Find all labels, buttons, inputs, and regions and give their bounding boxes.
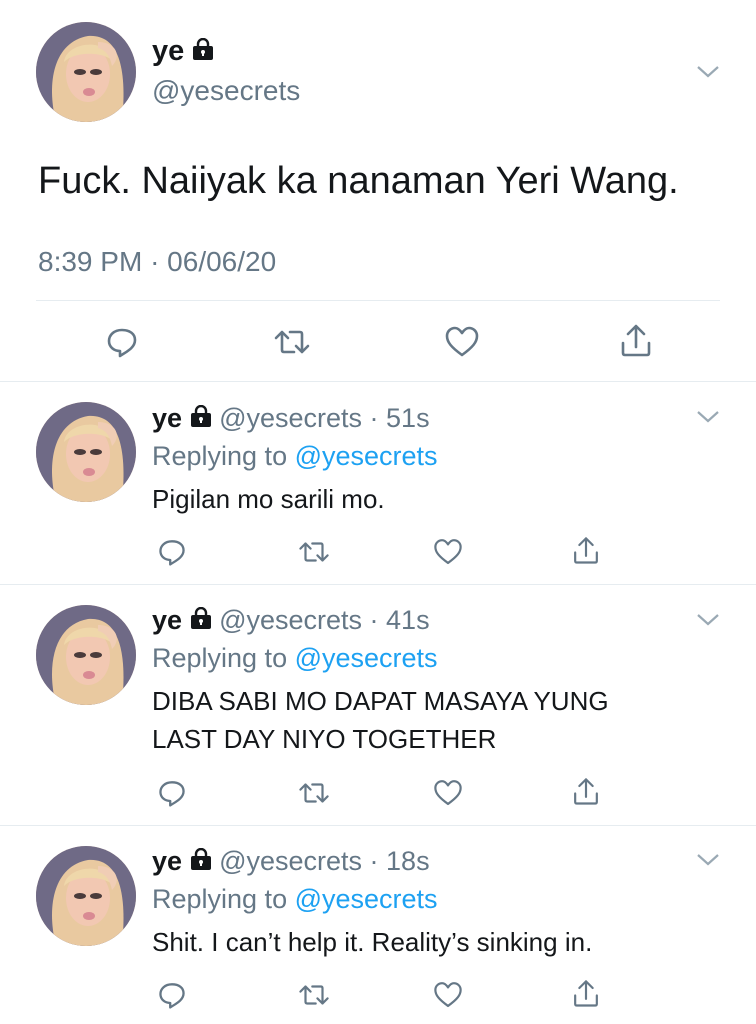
divider bbox=[0, 825, 756, 826]
retweet-button[interactable] bbox=[294, 532, 334, 572]
retweet-icon bbox=[299, 985, 329, 1005]
lock-icon bbox=[190, 400, 212, 436]
separator: · bbox=[150, 246, 160, 277]
replying-to-link[interactable]: @yesecrets bbox=[295, 643, 438, 673]
retweet-button[interactable] bbox=[294, 975, 334, 1015]
reply-icon bbox=[159, 781, 185, 807]
reply-tweet[interactable]: ye @yesecrets · 41s Replying to @yesecre… bbox=[152, 602, 672, 758]
lock-icon bbox=[190, 602, 212, 638]
reply-button[interactable] bbox=[152, 975, 192, 1015]
timestamp: 8:39 PM · 06/06/20 bbox=[38, 244, 276, 280]
like-button[interactable] bbox=[428, 975, 468, 1015]
retweet-icon bbox=[299, 783, 329, 803]
display-name[interactable]: ye bbox=[152, 35, 184, 67]
reply-icon bbox=[159, 983, 185, 1009]
tweet-text: Pigilan mo sarili mo. bbox=[152, 484, 385, 514]
replying-to-link[interactable]: @yesecrets bbox=[295, 441, 438, 471]
avatar[interactable] bbox=[36, 846, 136, 946]
retweet-button[interactable] bbox=[272, 322, 312, 362]
tweet-text: Fuck. Naiiyak ka nanaman Yeri Wang. bbox=[38, 160, 679, 202]
share-icon bbox=[574, 980, 598, 1007]
share-button[interactable] bbox=[616, 320, 656, 360]
tweet-text: DIBA SABI MO DAPAT MASAYA YUNG LAST DAY … bbox=[152, 686, 609, 754]
display-name[interactable]: ye bbox=[152, 605, 182, 635]
tweet-age: 18s bbox=[386, 846, 430, 876]
reply-tweet[interactable]: ye @yesecrets · 18s Replying to @yesecre… bbox=[152, 843, 712, 961]
tweet-text: Shit. I can’t help it. Reality’s sinking… bbox=[152, 927, 593, 957]
like-button[interactable] bbox=[442, 322, 482, 362]
share-button[interactable] bbox=[566, 771, 606, 811]
share-icon bbox=[574, 537, 598, 564]
like-icon bbox=[434, 780, 462, 806]
avatar[interactable] bbox=[36, 22, 136, 122]
tweet-time: 8:39 PM bbox=[38, 246, 143, 277]
divider bbox=[0, 584, 756, 585]
divider bbox=[0, 381, 756, 382]
retweet-icon bbox=[299, 542, 329, 562]
like-icon bbox=[445, 326, 479, 357]
like-button[interactable] bbox=[428, 532, 468, 572]
share-icon bbox=[621, 324, 651, 357]
avatar[interactable] bbox=[36, 402, 136, 502]
chevron-down-icon[interactable] bbox=[694, 62, 722, 82]
handle[interactable]: @yesecrets bbox=[219, 846, 362, 876]
tweet-date: 06/06/20 bbox=[167, 246, 277, 277]
tweet-age: 41s bbox=[386, 605, 430, 635]
lock-icon bbox=[190, 843, 212, 879]
chevron-down-icon[interactable] bbox=[694, 850, 722, 870]
replying-label: Replying to bbox=[152, 441, 288, 471]
lock-icon bbox=[192, 34, 214, 68]
chevron-down-icon[interactable] bbox=[694, 610, 722, 630]
replying-to-link[interactable]: @yesecrets bbox=[295, 884, 438, 914]
handle[interactable]: @yesecrets bbox=[219, 403, 362, 433]
like-icon bbox=[434, 539, 462, 565]
handle[interactable]: @yesecrets bbox=[219, 605, 362, 635]
like-icon bbox=[434, 982, 462, 1008]
chevron-down-icon[interactable] bbox=[694, 407, 722, 427]
like-button[interactable] bbox=[428, 773, 468, 813]
reply-button[interactable] bbox=[102, 322, 142, 362]
replying-label: Replying to bbox=[152, 884, 288, 914]
reply-tweet[interactable]: ye @yesecrets · 51s Replying to @yesecre… bbox=[152, 400, 712, 518]
avatar[interactable] bbox=[36, 605, 136, 705]
share-button[interactable] bbox=[566, 973, 606, 1013]
retweet-icon bbox=[274, 330, 310, 354]
handle[interactable]: @yesecrets bbox=[152, 74, 300, 108]
share-icon bbox=[574, 778, 598, 805]
display-name[interactable]: ye bbox=[152, 403, 182, 433]
replying-label: Replying to bbox=[152, 643, 288, 673]
reply-icon bbox=[107, 328, 137, 358]
reply-button[interactable] bbox=[152, 773, 192, 813]
display-name[interactable]: ye bbox=[152, 846, 182, 876]
share-button[interactable] bbox=[566, 530, 606, 570]
reply-button[interactable] bbox=[152, 532, 192, 572]
retweet-button[interactable] bbox=[294, 773, 334, 813]
tweet-age: 51s bbox=[386, 403, 430, 433]
reply-icon bbox=[159, 540, 185, 566]
divider bbox=[36, 300, 720, 301]
